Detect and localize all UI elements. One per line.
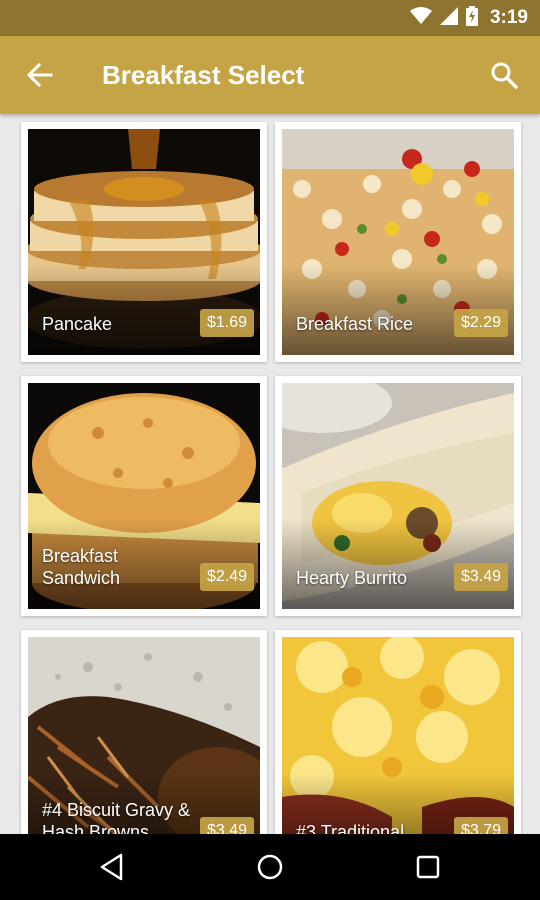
price-badge: $1.69 [199, 309, 254, 337]
nav-home-button[interactable] [250, 847, 290, 887]
biscuit-gravy-image: #4 Biscuit Gravy & Hash Browns $3.49 [28, 637, 260, 834]
breakfast-sandwich-image: Breakfast Sandwich $2.49 [28, 383, 260, 609]
search-icon [491, 62, 518, 89]
menu-card-breakfast-sandwich[interactable]: Breakfast Sandwich $2.49 [21, 376, 267, 616]
menu-card-biscuit-gravy-hash-browns[interactable]: #4 Biscuit Gravy & Hash Browns $3.49 [21, 630, 267, 834]
item-name: Hearty Burrito [296, 568, 408, 588]
item-name: Breakfast Rice [296, 314, 414, 334]
wifi-icon [409, 6, 432, 30]
price-badge: $2.29 [453, 309, 508, 337]
signal-icon [439, 6, 458, 30]
pancake-image: Pancake $1.69 [28, 129, 260, 355]
status-time: 3:19 [489, 7, 528, 28]
price-badge: $3.49 [453, 563, 508, 591]
back-button[interactable] [20, 55, 60, 95]
page-title: Breakfast Select [102, 60, 305, 90]
app-bar: Breakfast Select [0, 36, 540, 114]
home-circle-icon [257, 854, 283, 880]
status-bar: 3:19 [0, 0, 540, 36]
back-triangle-icon [100, 853, 123, 881]
traditional-image: #3 Traditional $3.79 [282, 637, 514, 834]
recents-square-icon [416, 855, 440, 879]
navigation-bar [0, 834, 540, 900]
item-name: Breakfast Sandwich [42, 546, 121, 588]
item-name: #4 Biscuit Gravy & Hash Browns [42, 800, 191, 834]
nav-recents-button[interactable] [408, 847, 448, 887]
arrow-back-icon [27, 62, 53, 88]
nav-back-button[interactable] [92, 847, 132, 887]
item-name: #3 Traditional [296, 822, 405, 834]
battery-charging-icon [465, 5, 478, 31]
menu-grid: Pancake $1.69 Breakfast Rice $2.29 Break… [0, 114, 540, 834]
search-button[interactable] [484, 55, 524, 95]
menu-card-traditional[interactable]: #3 Traditional $3.79 [275, 630, 521, 834]
menu-card-breakfast-rice[interactable]: Breakfast Rice $2.29 [275, 122, 521, 362]
price-badge: $3.79 [453, 817, 508, 834]
menu-card-pancake[interactable]: Pancake $1.69 [21, 122, 267, 362]
status-icons: 3:19 [409, 0, 528, 36]
price-badge: $2.49 [199, 563, 254, 591]
menu-card-hearty-burrito[interactable]: Hearty Burrito $3.49 [275, 376, 521, 616]
price-badge: $3.49 [199, 817, 254, 834]
breakfast-rice-image: Breakfast Rice $2.29 [282, 129, 514, 355]
hearty-burrito-image: Hearty Burrito $3.49 [282, 383, 514, 609]
item-name: Pancake [42, 314, 113, 334]
